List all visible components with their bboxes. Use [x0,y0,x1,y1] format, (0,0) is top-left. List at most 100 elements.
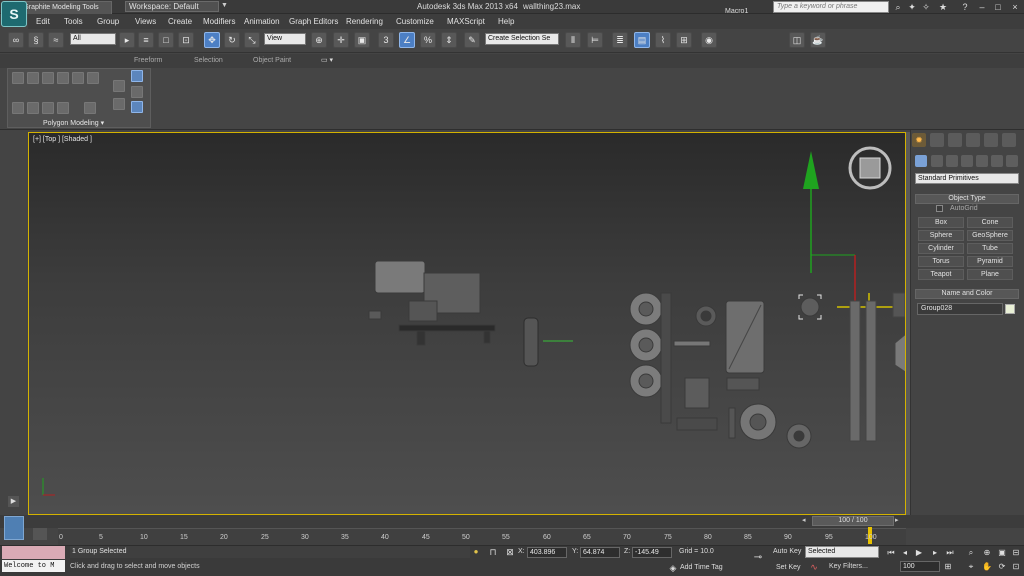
utilities-tab-icon[interactable] [1002,133,1016,147]
lights-icon[interactable] [946,155,958,167]
shapes-icon[interactable] [931,155,943,167]
geometry-icon[interactable] [915,155,927,167]
cylinder-button[interactable]: Cylinder [918,243,964,254]
graphite-toggle-icon[interactable]: ▤ [634,32,650,48]
hierarchy-tab-icon[interactable] [948,133,962,147]
subscription-icon[interactable]: ✦ [907,2,917,12]
menu-rendering[interactable]: Rendering [346,17,383,26]
viewport-top[interactable]: [+] [Top ] [Shaded ] [28,132,906,515]
maximize-viewport-icon[interactable]: ⊡ [1011,562,1021,572]
ribbon-btn-2[interactable] [27,72,39,84]
bind-space-warp-icon[interactable]: ≈ [48,32,64,48]
ribbon-btn-11[interactable] [84,102,96,114]
menu-maxscript[interactable]: MAXScript [447,17,485,26]
zoom-extents-all-icon[interactable]: ⊟ [1011,548,1021,558]
maximize-icon[interactable]: □ [993,2,1003,12]
named-selection-dropdown[interactable]: Create Selection Se [485,33,559,45]
modify-tab-icon[interactable] [930,133,944,147]
tube-button[interactable]: Tube [967,243,1013,254]
menu-create[interactable]: Create [168,17,192,26]
ribbon-btn-12[interactable] [113,80,125,92]
key-filters-button[interactable]: Key Filters... [829,563,868,570]
prev-frame-icon[interactable]: ◂ [900,548,910,558]
ribbon-btn-3[interactable] [42,72,54,84]
teapot-button[interactable]: Teapot [918,269,964,280]
maxscript-listener-input[interactable]: Welcome to M [2,560,65,572]
render-setup-icon[interactable]: ◫ [789,32,805,48]
tab-selection[interactable]: Selection [194,57,223,64]
time-slider-next-icon[interactable]: ▸ [895,516,903,526]
zoom-icon[interactable]: ⌕ [966,548,976,558]
ribbon-options-icon[interactable]: ▭ ▾ [321,56,333,64]
x-coord-field[interactable]: 403.896 [527,547,567,558]
zoom-extents-icon[interactable]: ▣ [997,548,1007,558]
ribbon-btn-5[interactable] [72,72,84,84]
isolate-icon[interactable]: ● [471,547,481,557]
link-icon[interactable]: ∞ [8,32,24,48]
ribbon-btn-4[interactable] [57,72,69,84]
play-icon[interactable]: ▶ [914,548,924,558]
macro-label[interactable]: Macro1 [725,8,748,15]
fov-icon[interactable]: ⌖ [966,562,976,572]
viewport-play-icon[interactable]: ▶ [8,496,19,507]
mirror-icon[interactable]: ⫴ [565,32,581,48]
track-bar-icon[interactable] [33,528,47,540]
selection-filter-dropdown[interactable]: All [70,33,116,45]
ribbon-btn-9[interactable] [42,102,54,114]
name-and-color-rollout[interactable]: Name and Color [915,289,1019,299]
primitive-category-dropdown[interactable]: Standard Primitives [915,173,1019,184]
menu-views[interactable]: Views [135,17,156,26]
sphere-button[interactable]: Sphere [918,230,964,241]
geosphere-button[interactable]: GeoSphere [967,230,1013,241]
schematic-view-icon[interactable]: ⊞ [676,32,692,48]
ribbon-btn-7[interactable] [12,102,24,114]
time-tag-icon[interactable]: ◈ [668,563,678,573]
workspace-arrow-icon[interactable]: ▼ [221,2,228,9]
tab-object-paint[interactable]: Object Paint [253,57,291,64]
layer-manager-icon[interactable]: ≣ [612,32,628,48]
rect-selection-icon[interactable]: □ [158,32,174,48]
motion-tab-icon[interactable] [966,133,980,147]
add-time-tag[interactable]: Add Time Tag [680,564,723,571]
orbit-icon[interactable]: ⟳ [997,562,1007,572]
search-input[interactable]: Type a keyword or phrase [773,1,889,13]
key-curve-icon[interactable]: ∿ [809,562,819,572]
menu-graph-editors[interactable]: Graph Editors [289,17,338,26]
absolute-mode-icon[interactable]: ⊠ [505,547,515,557]
select-by-name-icon[interactable]: ≡ [138,32,154,48]
helpers-icon[interactable] [976,155,988,167]
edit-named-selection-icon[interactable]: ✎ [464,32,480,48]
material-editor-icon[interactable]: ◉ [701,32,717,48]
tab-freeform[interactable]: Freeform [134,57,162,64]
workspace-dropdown[interactable]: Workspace: Default [125,1,219,12]
ribbon-btn-16[interactable] [131,101,143,113]
ribbon-btn-6[interactable] [87,72,99,84]
maxscript-listener-output[interactable] [2,546,65,559]
current-frame-field[interactable]: 100 [900,561,940,572]
mini-curve-editor-icon[interactable] [4,516,24,540]
display-tab-icon[interactable] [984,133,998,147]
window-crossing-icon[interactable]: ⊡ [178,32,194,48]
zoom-all-icon[interactable]: ⊕ [982,548,992,558]
move-tool-icon[interactable]: ✥ [204,32,220,48]
y-coord-field[interactable]: 64.874 [580,547,620,558]
z-coord-field[interactable]: -145.49 [632,547,672,558]
ribbon-btn-15[interactable] [131,86,143,98]
goto-start-icon[interactable]: ⏮ [886,548,896,558]
space-warps-icon[interactable] [991,155,1003,167]
menu-edit[interactable]: Edit [36,17,50,26]
ribbon-btn-10[interactable] [57,102,69,114]
object-color-swatch[interactable] [1005,304,1015,314]
select-manipulate-icon[interactable]: ✛ [333,32,349,48]
torus-button[interactable]: Torus [918,256,964,267]
auto-key-button[interactable]: Auto Key [773,548,801,555]
ribbon-btn-14[interactable] [131,70,143,82]
snap-toggle-icon[interactable]: 3 [378,32,394,48]
angle-snap-icon[interactable]: ∠ [399,32,415,48]
key-mode-dropdown[interactable]: Selected [805,546,879,558]
menu-modifiers[interactable]: Modifiers [203,17,235,26]
unlink-icon[interactable]: § [28,32,44,48]
spinner-snap-icon[interactable]: ⇕ [441,32,457,48]
curve-editor-icon[interactable]: ⌇ [655,32,671,48]
create-tab-icon[interactable]: ✹ [912,133,926,147]
